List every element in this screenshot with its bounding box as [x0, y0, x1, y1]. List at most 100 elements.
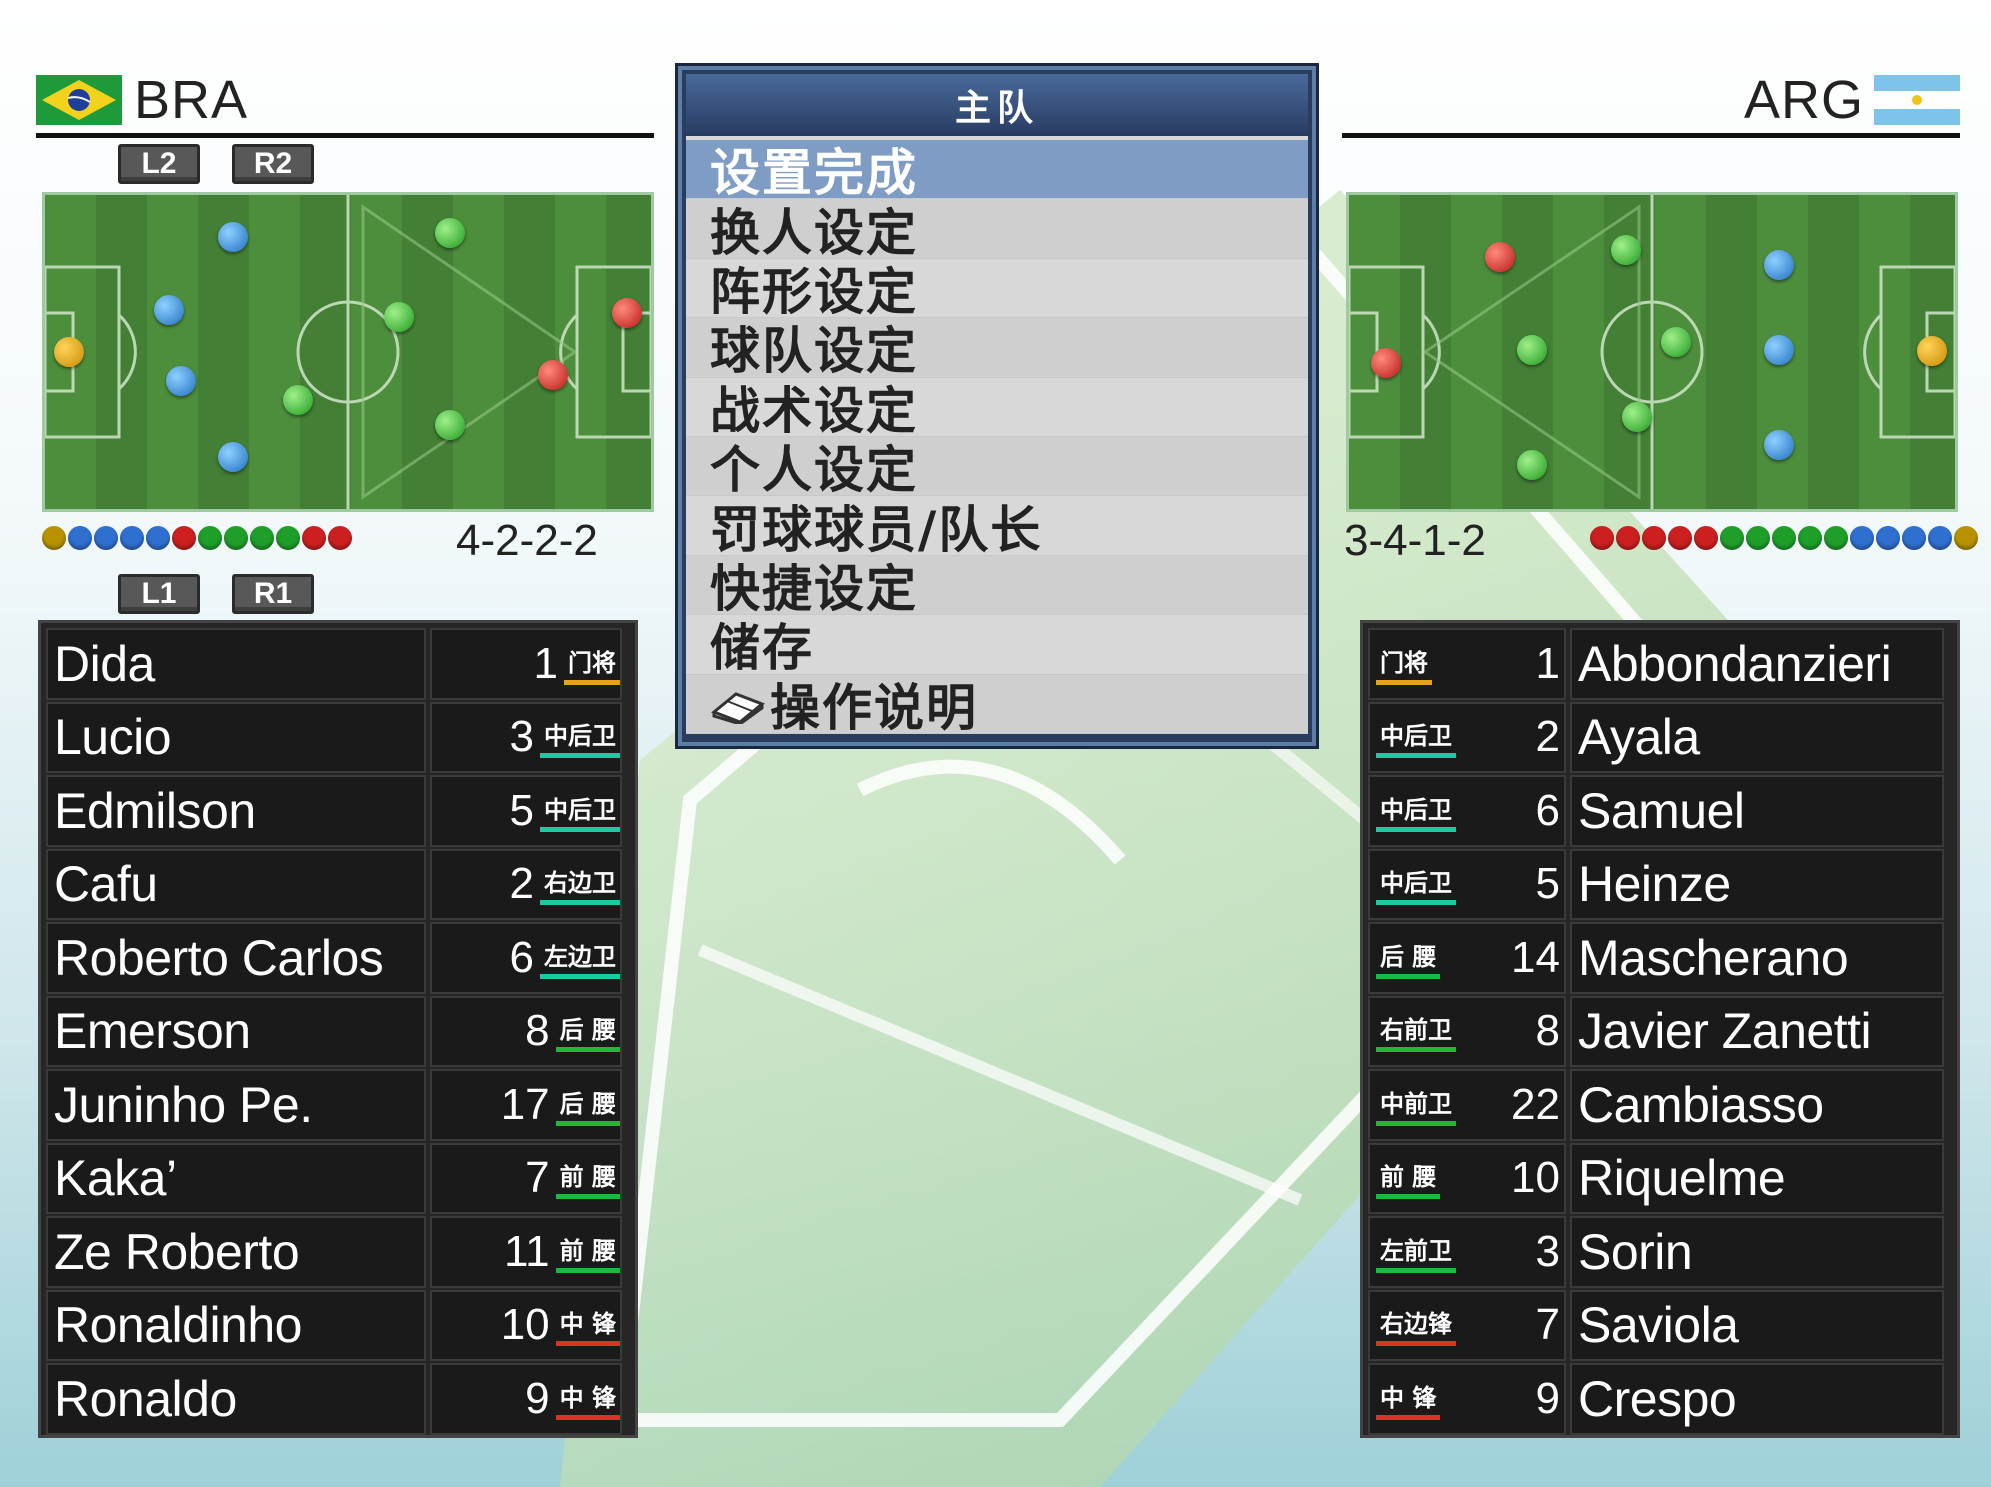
- brazil-flag-icon: [36, 74, 122, 125]
- home-midfielder-dot[interactable]: [283, 385, 313, 415]
- roster-row[interactable]: Edmilson 5 中后卫: [44, 774, 632, 848]
- player-number: 2: [1535, 712, 1560, 762]
- menu-item[interactable]: 球队设定: [686, 318, 1308, 380]
- player-position: 中后卫: [1376, 790, 1456, 832]
- roster-row[interactable]: Lucio 3 中后卫: [44, 701, 632, 775]
- roster-row[interactable]: 中后卫 2 Ayala: [1366, 701, 1954, 775]
- away-midfielder-dot[interactable]: [1611, 235, 1641, 265]
- menu-list: 设置完成 换人设定 阵形设定 球队设定 战术设定 个人设定 罚球球员/队长 快捷设定 储存 操作说…: [686, 136, 1308, 737]
- away-defender-dot[interactable]: [1764, 250, 1794, 280]
- roster-row[interactable]: 门将 1 Abbondanzieri: [1366, 627, 1954, 701]
- away-defender-dot[interactable]: [1764, 430, 1794, 460]
- roster-row[interactable]: 右边锋 7 Saviola: [1366, 1289, 1954, 1363]
- home-defender-dot[interactable]: [154, 295, 184, 325]
- away-gk-dot[interactable]: [1917, 336, 1947, 366]
- player-position-cell: 门将 1: [1368, 628, 1566, 700]
- roster-row[interactable]: Roberto Carlos 6 左边卫: [44, 921, 632, 995]
- menu-item[interactable]: 阵形设定: [686, 259, 1308, 321]
- roster-row[interactable]: Kaka’ 7 前 腰: [44, 1142, 632, 1216]
- roster-row[interactable]: 中 锋 9 Crespo: [1366, 1362, 1954, 1436]
- player-number: 5: [1535, 859, 1560, 909]
- home-strip-dot: [198, 526, 222, 550]
- home-strip-dot: [172, 526, 196, 550]
- home-midfielder-dot[interactable]: [435, 218, 465, 248]
- roster-row[interactable]: 左前卫 3 Sorin: [1366, 1215, 1954, 1289]
- home-l2-r2-buttons: L2 R2: [118, 144, 314, 184]
- player-name: Dida: [46, 628, 426, 700]
- menu-item[interactable]: 设置完成: [686, 140, 1308, 202]
- home-defender-dot[interactable]: [218, 442, 248, 472]
- home-defender-dot[interactable]: [218, 222, 248, 252]
- roster-row[interactable]: 中后卫 5 Heinze: [1366, 848, 1954, 922]
- player-number: 7: [525, 1153, 550, 1203]
- roster-row[interactable]: Dida 1 门将: [44, 627, 632, 701]
- away-midfielder-dot[interactable]: [1661, 327, 1691, 357]
- home-strip-dot: [250, 526, 274, 550]
- menu-item[interactable]: 储存: [686, 615, 1308, 677]
- menu-item[interactable]: 快捷设定: [686, 555, 1308, 618]
- l1-button[interactable]: L1: [118, 574, 200, 614]
- menu-item[interactable]: 罚球球员/队长: [686, 496, 1308, 559]
- l2-button[interactable]: L2: [118, 144, 200, 184]
- roster-row[interactable]: Emerson 8 后 腰: [44, 995, 632, 1069]
- roster-row[interactable]: 前 腰 10 Riquelme: [1366, 1142, 1954, 1216]
- home-strip-dot: [42, 526, 66, 550]
- player-position: 中前卫: [1376, 1084, 1456, 1126]
- player-number: 3: [509, 712, 534, 762]
- menu-item[interactable]: 换人设定: [686, 199, 1308, 262]
- player-number: 8: [1535, 1006, 1560, 1056]
- away-strip-dot: [1928, 526, 1952, 550]
- player-position: 门将: [564, 643, 620, 685]
- roster-row[interactable]: Juninho Pe. 17 后 腰: [44, 1068, 632, 1142]
- home-team-code: BRA: [134, 69, 249, 130]
- home-midfielder-dot[interactable]: [384, 302, 414, 332]
- player-position: 右边锋: [1376, 1304, 1456, 1347]
- away-defender-dot[interactable]: [1764, 335, 1794, 365]
- away-formation-pitch[interactable]: [1346, 192, 1958, 512]
- home-forward-dot[interactable]: [538, 360, 568, 390]
- player-name: Ayala: [1570, 701, 1944, 773]
- player-name: Samuel: [1570, 775, 1944, 847]
- home-strip-dot: [146, 526, 170, 550]
- player-number-cell: 1 门将: [430, 628, 622, 700]
- player-position: 中 锋: [1376, 1378, 1441, 1420]
- menu-item[interactable]: 战术设定: [686, 378, 1308, 440]
- home-gk-dot[interactable]: [54, 337, 84, 367]
- player-name: Ronaldinho: [46, 1289, 426, 1361]
- roster-row[interactable]: 右前卫 8 Javier Zanetti: [1366, 995, 1954, 1069]
- away-forward-dot[interactable]: [1485, 242, 1515, 272]
- away-forward-dot[interactable]: [1371, 348, 1401, 378]
- away-midfielder-dot[interactable]: [1517, 335, 1547, 365]
- r1-button[interactable]: R1: [232, 574, 314, 614]
- player-number-cell: 17 后 腰: [430, 1069, 622, 1141]
- roster-row[interactable]: Ronaldo 9 中 锋: [44, 1362, 632, 1436]
- roster-row[interactable]: 中后卫 6 Samuel: [1366, 774, 1954, 848]
- player-position: 中 锋: [555, 1304, 620, 1347]
- home-formation-pitch[interactable]: [42, 192, 654, 512]
- home-defender-dot[interactable]: [166, 366, 196, 396]
- home-midfielder-dot[interactable]: [435, 410, 465, 440]
- away-team-code: ARG: [1743, 69, 1864, 130]
- away-midfielder-dot[interactable]: [1517, 450, 1547, 480]
- roster-row[interactable]: Cafu 2 右边卫: [44, 848, 632, 922]
- menu-item-label: 操作说明: [770, 678, 978, 737]
- menu-item[interactable]: 操作说明: [686, 674, 1308, 737]
- away-strip-dot: [1616, 526, 1640, 550]
- player-number: 9: [525, 1373, 550, 1423]
- home-l1-r1-buttons: L1 R1: [118, 574, 314, 614]
- home-forward-dot[interactable]: [612, 298, 642, 328]
- away-midfielder-dot[interactable]: [1622, 402, 1652, 432]
- roster-row[interactable]: Ze Roberto 11 前 腰: [44, 1215, 632, 1289]
- player-number: 17: [500, 1079, 550, 1129]
- player-number: 3: [1535, 1226, 1560, 1276]
- home-roster-list: Dida 1 门将 Lucio 3 中后卫 Edmilson 5 中后卫 Cafu 2 右边卫 Robe…: [38, 620, 638, 1438]
- home-team-header: BRA: [36, 66, 654, 138]
- roster-row[interactable]: 后 腰 14 Mascherano: [1366, 921, 1954, 995]
- player-position: 前 腰: [555, 1231, 620, 1273]
- r2-button[interactable]: R2: [232, 144, 314, 184]
- menu-item[interactable]: 个人设定: [686, 436, 1308, 499]
- roster-row[interactable]: 中前卫 22 Cambiasso: [1366, 1068, 1954, 1142]
- player-position: 左前卫: [1376, 1231, 1456, 1273]
- away-strip-dot: [1694, 526, 1718, 550]
- roster-row[interactable]: Ronaldinho 10 中 锋: [44, 1289, 632, 1363]
